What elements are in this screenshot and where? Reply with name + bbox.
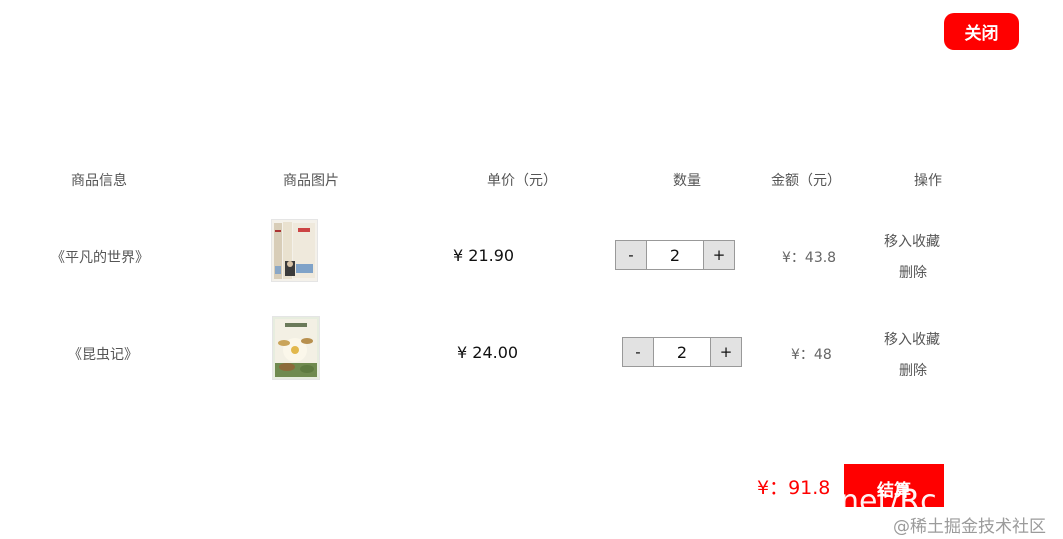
unit-price: ¥ 21.90 bbox=[453, 246, 515, 265]
header-product-info: 商品信息 bbox=[71, 173, 127, 189]
product-image[interactable] bbox=[271, 219, 318, 282]
decrease-quantity-button[interactable]: - bbox=[616, 241, 646, 269]
product-image[interactable] bbox=[272, 316, 320, 380]
delete-link[interactable]: 删除 bbox=[899, 360, 927, 380]
row-amount: ¥：43.8 bbox=[782, 250, 837, 266]
book-cover-image bbox=[273, 317, 319, 379]
checkout-button[interactable]: 结算 net/Rc bbox=[844, 464, 944, 507]
product-title: 《昆虫记》 bbox=[68, 347, 138, 363]
decrease-quantity-button[interactable]: - bbox=[623, 338, 653, 366]
increase-quantity-button[interactable]: + bbox=[704, 241, 734, 269]
quantity-value[interactable]: 2 bbox=[646, 241, 704, 269]
delete-link[interactable]: 删除 bbox=[899, 262, 927, 282]
checkout-overlay-text: net/Rc bbox=[844, 484, 937, 507]
cart-page: 关闭 商品信息 商品图片 单价（元） 数量 金额（元） 操作 《平凡的世界》 ¥… bbox=[0, 0, 1063, 539]
quantity-stepper: - 2 + bbox=[622, 337, 742, 367]
close-button[interactable]: 关闭 bbox=[944, 13, 1019, 50]
header-product-image: 商品图片 bbox=[283, 173, 339, 189]
header-unit-price: 单价（元） bbox=[487, 173, 557, 189]
cart-total: ¥：91.8 bbox=[757, 477, 831, 499]
header-operation: 操作 bbox=[914, 173, 942, 189]
product-title: 《平凡的世界》 bbox=[51, 250, 149, 266]
move-to-favorites-link[interactable]: 移入收藏 bbox=[884, 231, 940, 251]
unit-price: ¥ 24.00 bbox=[457, 343, 519, 362]
quantity-stepper: - 2 + bbox=[615, 240, 735, 270]
row-amount: ¥：48 bbox=[791, 347, 832, 363]
move-to-favorites-link[interactable]: 移入收藏 bbox=[884, 329, 940, 349]
header-amount: 金额（元） bbox=[771, 173, 841, 189]
quantity-value[interactable]: 2 bbox=[653, 338, 711, 366]
book-cover-image bbox=[272, 220, 317, 281]
header-quantity: 数量 bbox=[673, 173, 701, 189]
increase-quantity-button[interactable]: + bbox=[711, 338, 741, 366]
watermark: @稀土掘金技术社区 bbox=[893, 517, 1046, 537]
